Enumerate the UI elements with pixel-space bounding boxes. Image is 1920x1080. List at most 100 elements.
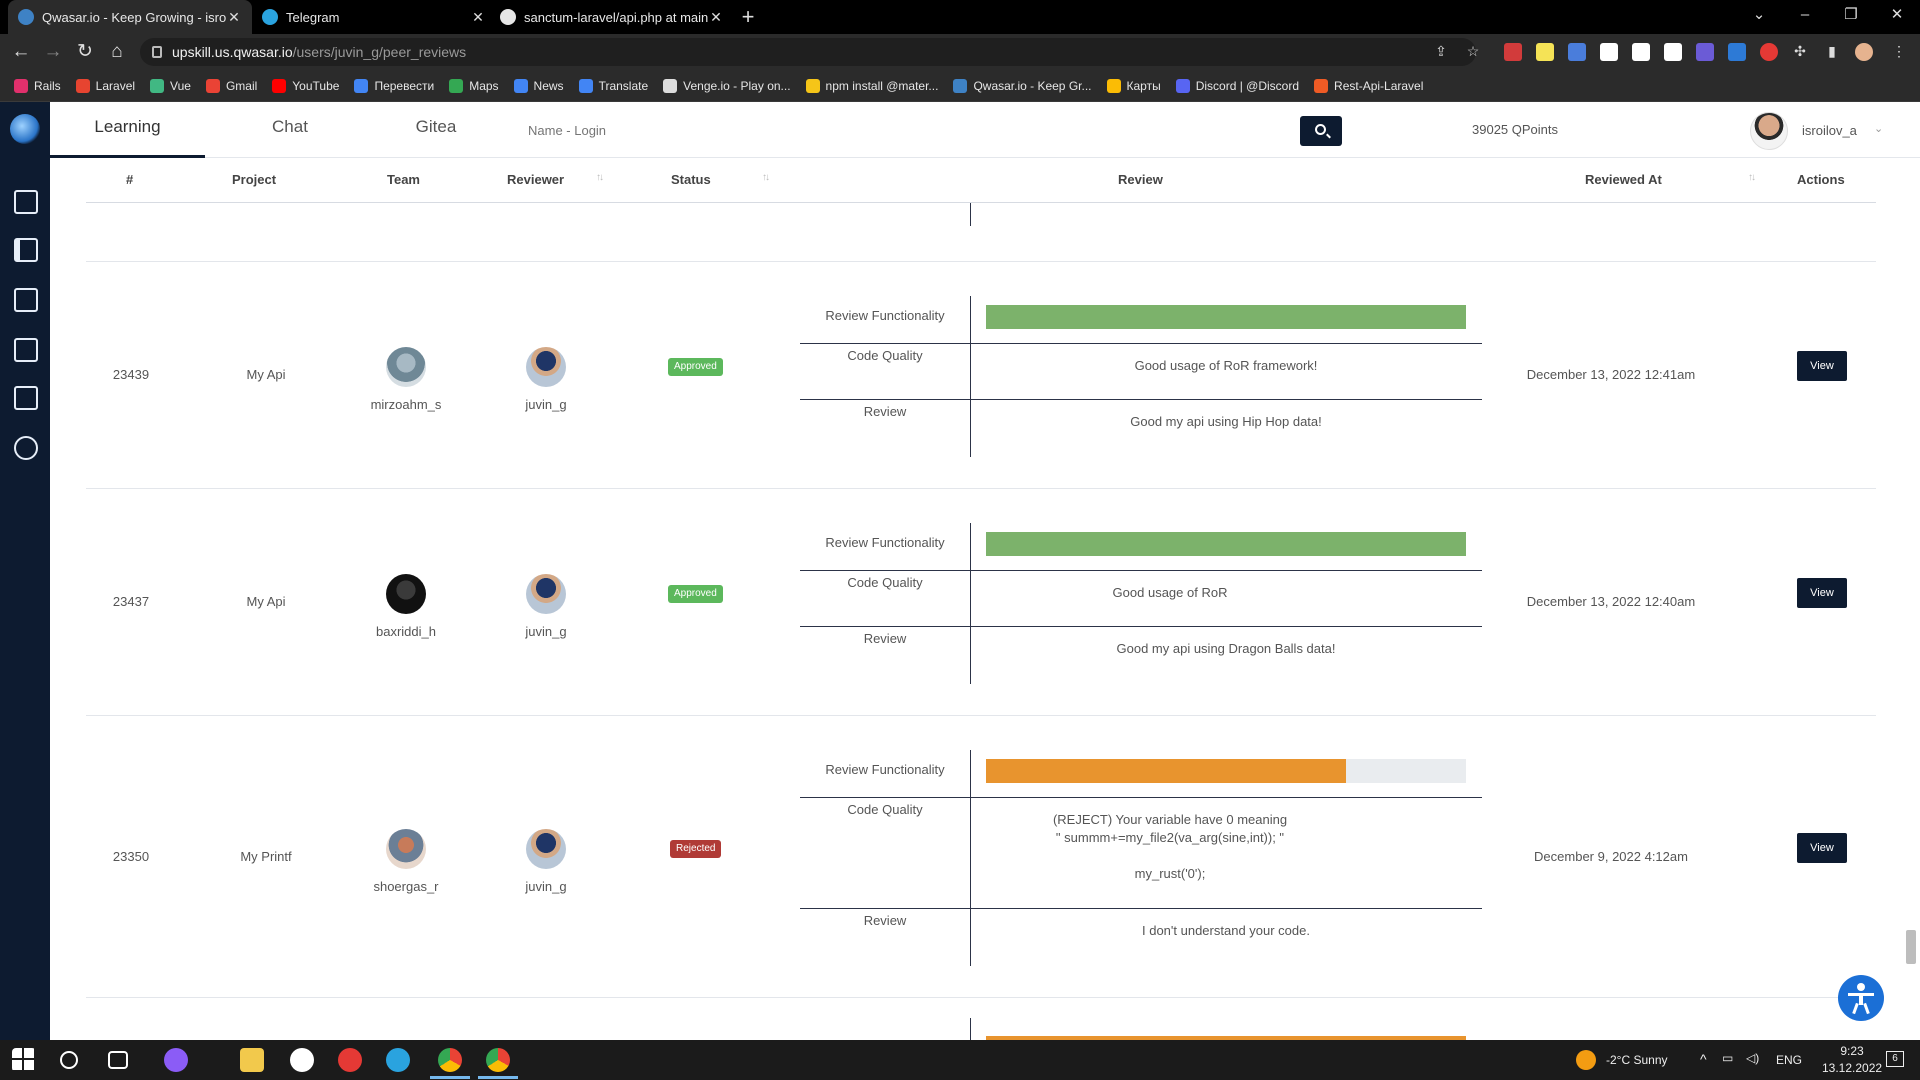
extension-icon[interactable] (1568, 43, 1586, 61)
qwasar-logo-icon[interactable] (10, 114, 40, 144)
browser-tab-telegram[interactable]: Telegram ✕ (252, 0, 496, 34)
bookmark-item[interactable]: Vue (150, 78, 191, 93)
avatar[interactable] (1750, 112, 1788, 150)
bookmark-star-icon[interactable]: ☆ (1464, 42, 1482, 60)
back-arrow-icon[interactable]: ← (8, 39, 34, 65)
profile-search-icon[interactable] (14, 338, 38, 362)
yandex-icon[interactable] (338, 1048, 362, 1072)
extension-icon[interactable] (1728, 43, 1746, 61)
close-tab-icon[interactable]: ✕ (226, 9, 242, 26)
windows-start-icon[interactable] (12, 1048, 36, 1072)
avatar[interactable] (386, 829, 426, 869)
search-input[interactable] (528, 118, 828, 142)
forward-arrow-icon[interactable]: → (40, 39, 66, 65)
bookmark-item[interactable]: Venge.io - Play on... (663, 78, 791, 93)
network-icon[interactable]: ▭ (1722, 1051, 1733, 1065)
task-view-icon[interactable] (108, 1051, 128, 1069)
browser-tab-qwasar[interactable]: Qwasar.io - Keep Growing - isroil ✕ (8, 0, 252, 34)
bookmark-item[interactable]: YouTube (272, 78, 339, 93)
weather-text[interactable]: -2°C Sunny (1606, 1053, 1668, 1067)
close-tab-icon[interactable]: ✕ (470, 9, 486, 26)
avatar[interactable] (526, 574, 566, 614)
tab-learning[interactable]: Learning (50, 102, 205, 158)
dashboard-icon[interactable] (14, 190, 38, 214)
view-button[interactable]: View (1797, 578, 1847, 608)
avatar[interactable] (386, 347, 426, 387)
bookmark-item[interactable]: Gmail (205, 78, 257, 93)
reload-icon[interactable]: ↻ (72, 39, 98, 65)
list-icon[interactable] (14, 238, 38, 262)
search-button[interactable] (1300, 116, 1342, 146)
bookmark-item[interactable]: Rails (14, 78, 61, 93)
tab-chat[interactable]: Chat (230, 102, 350, 158)
team-member-name[interactable]: mirzoahm_s (356, 397, 456, 412)
side-panel-icon[interactable]: ▮ (1823, 42, 1841, 60)
clock-date[interactable]: 13.12.2022 (1822, 1061, 1882, 1075)
bookmark-item[interactable]: Discord | @Discord (1175, 78, 1299, 93)
tray-chevron-up-icon[interactable]: ^ (1700, 1051, 1707, 1067)
telegram-icon[interactable] (386, 1048, 410, 1072)
restore-icon[interactable]: ❐ (1828, 0, 1874, 34)
bookmark-item[interactable]: Rest-Api-Laravel (1314, 78, 1423, 93)
bookmark-item[interactable]: Перевести (354, 78, 434, 93)
reviewer-name[interactable]: juvin_g (496, 624, 596, 639)
new-tab-plus-icon[interactable]: + (736, 4, 760, 30)
bookmark-item[interactable]: Qwasar.io - Keep Gr... (953, 78, 1092, 93)
bookmark-item[interactable]: Maps (449, 78, 499, 93)
language-indicator[interactable]: ENG (1776, 1053, 1802, 1067)
volume-icon[interactable]: ◁) (1746, 1051, 1759, 1065)
bookmark-item[interactable]: Translate (578, 78, 648, 93)
close-window-icon[interactable]: ✕ (1874, 0, 1920, 34)
checkbox-icon[interactable] (14, 288, 38, 312)
chrome-icon[interactable] (486, 1048, 510, 1072)
username[interactable]: isroilov_a (1802, 123, 1857, 138)
bookmark-item[interactable]: Карты (1106, 78, 1161, 93)
tab-gitea[interactable]: Gitea (376, 102, 496, 158)
weather-sun-icon[interactable] (1576, 1050, 1596, 1070)
extension-icon[interactable] (1696, 43, 1714, 61)
bookmark-item[interactable]: Laravel (75, 78, 135, 93)
menu-kebab-icon[interactable]: ⋮ (1890, 42, 1908, 60)
notifications-icon[interactable]: 6 (1886, 1051, 1904, 1067)
bookmark-item[interactable]: News (513, 78, 564, 93)
avatar[interactable] (386, 574, 426, 614)
avatar[interactable] (526, 347, 566, 387)
view-button[interactable]: View (1797, 833, 1847, 863)
extension-icon[interactable] (1760, 43, 1778, 61)
profile-avatar-icon[interactable] (1855, 43, 1873, 61)
extension-icon[interactable] (1504, 43, 1522, 61)
reviewer-name[interactable]: juvin_g (496, 879, 596, 894)
bookmark-item[interactable]: npm install @mater... (805, 78, 938, 93)
accessibility-icon[interactable] (1838, 975, 1884, 1021)
page-scrollbar[interactable] (1906, 930, 1916, 964)
puzzle-extensions-icon[interactable]: ✣ (1791, 42, 1809, 60)
address-bar[interactable]: upskill.us.qwasar.io/users/juvin_g/peer_… (140, 38, 1476, 66)
yandex-browser-icon[interactable] (290, 1048, 314, 1072)
file-explorer-icon[interactable] (240, 1048, 264, 1072)
extension-icon[interactable] (1632, 43, 1650, 61)
share-icon[interactable]: ⇪ (1432, 42, 1450, 60)
browser-tab-github[interactable]: sanctum-laravel/api.php at main ✕ (490, 0, 734, 34)
extension-icon[interactable] (1600, 43, 1618, 61)
sort-arrows-icon[interactable]: ↑↓ (762, 172, 770, 183)
close-tab-icon[interactable]: ✕ (708, 9, 724, 26)
avatar[interactable] (526, 829, 566, 869)
reviewer-name[interactable]: juvin_g (496, 397, 596, 412)
team-member-name[interactable]: baxriddi_h (356, 624, 456, 639)
minimize-icon[interactable]: – (1782, 0, 1828, 34)
books-icon[interactable] (14, 386, 38, 410)
team-member-name[interactable]: shoergas_r (356, 879, 456, 894)
chevron-down-icon[interactable]: ⌄ (1874, 122, 1883, 135)
sort-arrows-icon[interactable]: ↑↓ (1748, 172, 1756, 183)
clock-time[interactable]: 9:23 (1822, 1044, 1882, 1058)
alice-assistant-icon[interactable] (164, 1048, 188, 1072)
extension-icon[interactable] (1536, 43, 1554, 61)
tab-search-chevron-icon[interactable]: ⌄ (1736, 0, 1782, 34)
home-icon[interactable]: ⌂ (104, 39, 130, 65)
sort-arrows-icon[interactable]: ↑↓ (596, 172, 604, 183)
extension-icon[interactable] (1664, 43, 1682, 61)
search-icon[interactable] (60, 1051, 78, 1069)
chrome-icon[interactable] (438, 1048, 462, 1072)
view-button[interactable]: View (1797, 351, 1847, 381)
chat-bubbles-icon[interactable] (14, 436, 38, 460)
